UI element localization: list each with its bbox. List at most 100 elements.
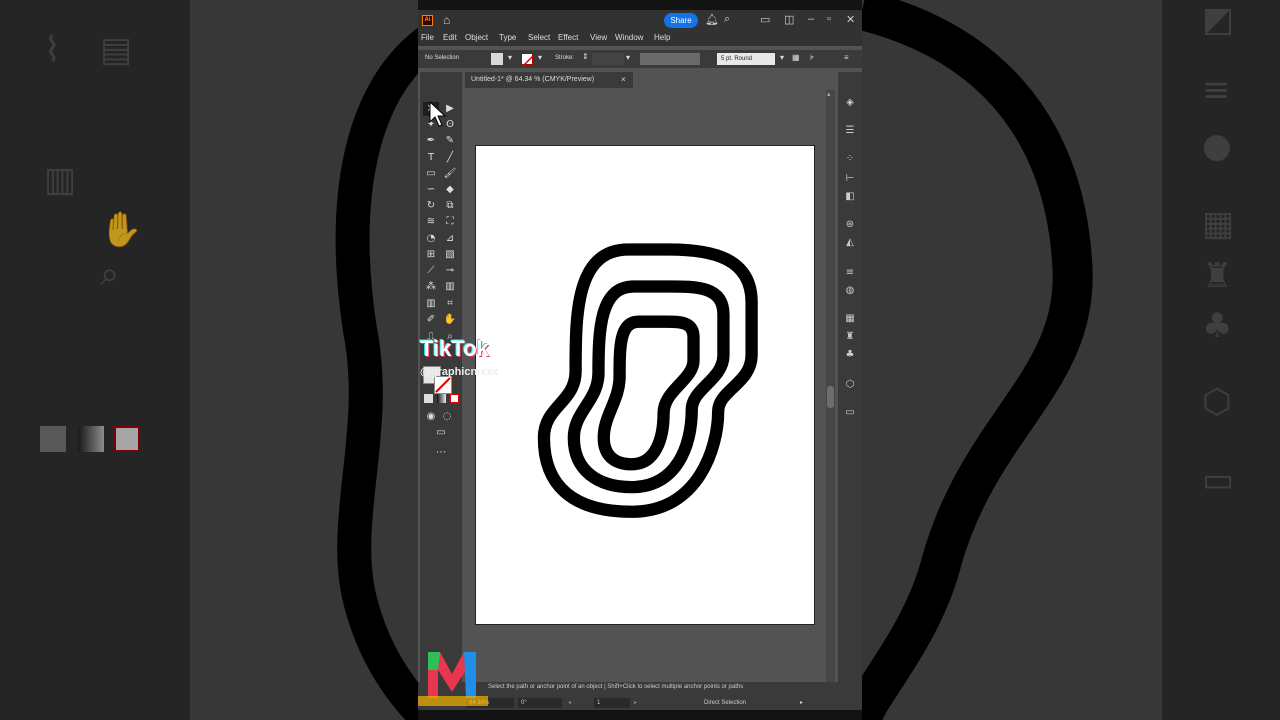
- stroke-icon[interactable]: ≡: [843, 266, 857, 280]
- inner-contour-path[interactable]: [597, 315, 700, 471]
- vertical-scrollbar[interactable]: ▴ ▾: [826, 90, 835, 694]
- slice-tool-icon[interactable]: ⌗: [442, 297, 458, 311]
- appearance-icon[interactable]: ◍: [843, 284, 857, 298]
- menu-window[interactable]: Window: [615, 33, 643, 42]
- title-bar: Ai ⌂ Share 🔔︎ ⌕ ▭ ◫ – ▫ ✕: [418, 10, 862, 30]
- properties-icon[interactable]: ☰: [843, 124, 857, 138]
- control-menu-icon[interactable]: ≡: [844, 53, 849, 62]
- stroke-color-icon[interactable]: [434, 376, 452, 394]
- scale-tool-icon[interactable]: ⧉: [442, 199, 458, 213]
- draw-normal-icon[interactable]: ◉: [423, 410, 439, 424]
- menu-bar: File Edit Object Type Select Effect View…: [418, 30, 862, 46]
- none-slash-icon: [522, 55, 534, 67]
- libraries-icon[interactable]: ⁘: [843, 152, 857, 166]
- brushes-icon[interactable]: ♜: [843, 330, 857, 344]
- symbols-icon[interactable]: ♣: [843, 348, 857, 362]
- scroll-up-icon[interactable]: ▴: [827, 90, 831, 98]
- rectangle-tool-icon[interactable]: ▭: [423, 167, 439, 181]
- menu-select[interactable]: Select: [528, 33, 550, 42]
- paintbrush-tool-icon[interactable]: 🖌︎: [442, 167, 458, 181]
- layers-icon[interactable]: ◈: [843, 96, 857, 110]
- maximize-icon[interactable]: ▫: [827, 13, 831, 25]
- artwork-offset-paths[interactable]: [476, 146, 816, 626]
- mesh-tool-icon[interactable]: ⊞: [423, 248, 439, 262]
- warp-tool-icon[interactable]: ≋: [423, 215, 439, 229]
- perspective-tool-icon[interactable]: ⊿: [442, 232, 458, 246]
- hand-tool-icon[interactable]: ✋: [442, 313, 458, 327]
- fill-swatch[interactable]: [491, 53, 503, 65]
- menu-help[interactable]: Help: [654, 33, 670, 42]
- eraser-tool-icon[interactable]: ◆: [442, 183, 458, 197]
- menu-edit[interactable]: Edit: [443, 33, 457, 42]
- draw-mode-icon[interactable]: ◌: [439, 410, 455, 424]
- artboard-tool-icon[interactable]: ▥: [423, 297, 439, 311]
- home-icon[interactable]: ⌂: [443, 13, 450, 27]
- close-window-icon[interactable]: ✕: [846, 13, 855, 26]
- pathfinder-icon[interactable]: ◧: [843, 190, 857, 204]
- menu-file[interactable]: File: [421, 33, 434, 42]
- shaper-tool-icon[interactable]: ∽: [423, 183, 439, 197]
- rotate-tool-icon[interactable]: ↻: [423, 199, 439, 213]
- minimize-icon[interactable]: –: [808, 13, 814, 25]
- free-transform-tool-icon[interactable]: ⛶: [442, 215, 458, 229]
- type-tool-icon[interactable]: T: [423, 151, 439, 165]
- workspace-icon[interactable]: ▭: [760, 13, 770, 26]
- blend-tool-icon[interactable]: ⊸: [442, 264, 458, 278]
- next-artboard-icon[interactable]: ▸: [634, 698, 637, 708]
- symbol-sprayer-tool-icon[interactable]: ⁂: [423, 280, 439, 294]
- tool-mode-label: Direct Selection: [704, 700, 747, 706]
- bell-icon[interactable]: 🔔︎: [705, 13, 719, 26]
- status-menu-icon[interactable]: ▸: [800, 698, 803, 708]
- none-mode-icon[interactable]: [450, 394, 459, 403]
- pen-tool-icon[interactable]: ✒: [423, 134, 439, 148]
- panel-dock: ◈ ☰ ⁘ ⊢ ◧ ⊛ ◭ ≡ ◍ ▦ ♜ ♣ ⬡ ▭: [838, 72, 862, 684]
- variable-width-field[interactable]: [640, 53, 700, 65]
- tiktok-brand: TikTok: [420, 336, 489, 361]
- rotation-field[interactable]: 0°: [518, 698, 562, 708]
- swatches-icon[interactable]: ▦: [843, 312, 857, 326]
- video-frame: ⌇ ▤ ▥ ✋ ⌕ ◩ ≡ ● ▦ ♜ ♣ ⬡ ▭ Ai ⌂ Share 🔔︎: [0, 0, 1280, 720]
- menu-type[interactable]: Type: [499, 33, 516, 42]
- artboard[interactable]: [475, 145, 815, 625]
- align-options-icon[interactable]: ⊧: [810, 53, 814, 62]
- fill-dropdown-icon[interactable]: ▾: [508, 53, 512, 62]
- document-tab[interactable]: Untitled-1* @ 64.34 % (CMYK/Preview): [465, 72, 633, 88]
- menu-object[interactable]: Object: [465, 33, 488, 42]
- stroke-label: Stroke:: [555, 55, 575, 61]
- color-guide-icon[interactable]: ◭: [843, 236, 857, 250]
- share-button[interactable]: Share: [664, 13, 698, 28]
- scrollbar-thumb[interactable]: [827, 386, 834, 408]
- gradient-icon[interactable]: ▭: [843, 406, 857, 420]
- brush-dropdown-icon[interactable]: ▾: [780, 53, 784, 62]
- mouse-cursor-icon: [429, 100, 447, 127]
- 3d-icon[interactable]: ⬡: [843, 378, 857, 392]
- transform-icon[interactable]: ⊛: [843, 218, 857, 232]
- align-icon[interactable]: ⊢: [843, 172, 857, 186]
- graph-tool-icon[interactable]: ▥: [442, 280, 458, 294]
- menu-effect[interactable]: Effect: [558, 33, 578, 42]
- brush-definition-field[interactable]: 5 pt. Round: [717, 53, 775, 65]
- stroke-weight-field[interactable]: [592, 53, 624, 65]
- edit-toolbar-icon[interactable]: ⋯: [433, 446, 449, 460]
- stroke-weight-dropdown-icon[interactable]: ▾: [626, 53, 630, 62]
- stroke-dropdown-icon[interactable]: ▾: [538, 53, 542, 62]
- eraser-alt-tool-icon[interactable]: ✐: [423, 313, 439, 327]
- stroke-swatch[interactable]: [521, 53, 534, 67]
- screen-mode-icon[interactable]: ▭: [433, 426, 449, 440]
- menu-view[interactable]: View: [590, 33, 607, 42]
- eyedropper-tool-icon[interactable]: ⟋: [423, 264, 439, 278]
- control-bar: No Selection ▾ ▾ Stroke: ⇕ ▾ 5 pt. Round…: [418, 50, 862, 68]
- line-tool-icon[interactable]: ╱: [442, 151, 458, 165]
- gradient-mode-icon[interactable]: [437, 394, 446, 403]
- close-tab-icon[interactable]: ×: [621, 72, 626, 88]
- prev-artboard-icon[interactable]: ◂: [568, 698, 571, 708]
- shape-builder-tool-icon[interactable]: ◔: [423, 232, 439, 246]
- color-mode-icon[interactable]: [424, 394, 433, 403]
- style-icon[interactable]: ▦: [792, 53, 800, 62]
- search-icon[interactable]: ⌕: [724, 13, 730, 26]
- arrange-icon[interactable]: ◫: [784, 13, 794, 26]
- gradient-tool-icon[interactable]: ▧: [442, 248, 458, 262]
- artboard-number-field[interactable]: 1: [594, 698, 630, 708]
- curvature-tool-icon[interactable]: ✎: [442, 134, 458, 148]
- stroke-stepper-icon[interactable]: ⇕: [582, 52, 589, 61]
